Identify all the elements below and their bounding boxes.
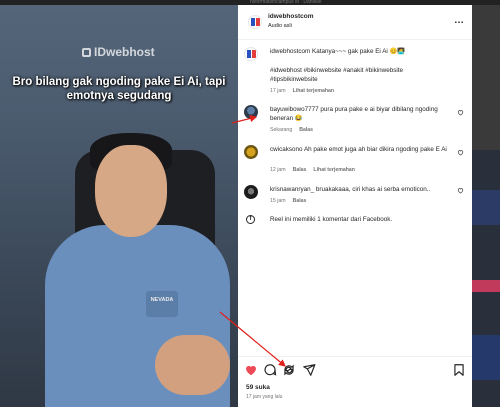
post-actions: 59 suka 17 jam yang lalu (238, 356, 472, 407)
comment-like-icon[interactable] (457, 187, 464, 194)
comment-time: 15 jam (270, 198, 286, 204)
comment-username[interactable]: krisnawanryan_ (270, 186, 314, 193)
comment-username[interactable]: bayuwibowo7777 (270, 106, 319, 113)
reply-link[interactable]: Balas (299, 127, 313, 133)
comment-time: Sekarang (270, 127, 293, 133)
watermark-text: IDwebhost (94, 45, 155, 59)
shirt-pocket: NEVADA (146, 291, 178, 317)
comment-text: Ah pake emot juga ah biar dikira ngoding… (303, 146, 447, 153)
like-count[interactable]: 59 suka (246, 384, 270, 391)
comment-like-icon[interactable] (457, 109, 464, 116)
commenter-avatar[interactable] (244, 185, 258, 199)
repost-icon[interactable] (282, 363, 296, 377)
comments-list[interactable]: idwebhostcom Katanya~~~ gak pake Ei Ai 😊… (238, 41, 472, 355)
see-translation-link[interactable]: Lihat terjemahan (293, 88, 335, 94)
shirt-text: NEVADA (150, 297, 174, 303)
see-translation-link[interactable]: Lihat terjemahan (313, 167, 355, 173)
comment-text-block: krisnawanryan_ bruakakaaa, ciri khas ai … (270, 186, 448, 195)
caption-avatar[interactable] (244, 47, 258, 61)
comment-meta: Sekarang Balas (270, 127, 320, 133)
comment-username[interactable]: cwicaksono (270, 146, 303, 153)
comment-icon[interactable] (263, 363, 277, 377)
post-time: 17 jam yang lalu (246, 394, 283, 400)
caption-hashtags[interactable]: #idwebhost #bikinwebsite #anakit #bikinw… (270, 67, 448, 84)
screen: nsformationcampus id · Danielle IDwebhos… (0, 0, 500, 407)
more-options-icon[interactable]: … (454, 15, 464, 26)
idwebhost-logo-icon (82, 48, 91, 57)
share-icon[interactable] (302, 363, 316, 377)
caption-username[interactable]: idwebhostcom (270, 48, 310, 55)
facebook-icon: f (246, 215, 255, 224)
background-page-peek (472, 150, 500, 407)
video-watermark: IDwebhost (82, 45, 155, 59)
comment-item: bayuwibowo7777 pura pura pake e ai biyar… (244, 105, 466, 135)
post-header: idwebhostcom Audio asli … (238, 5, 472, 40)
person-arm (155, 335, 230, 395)
commenter-avatar[interactable] (244, 105, 258, 119)
caption-text: Katanya~~~ gak pake Ei Ai 😊🧑‍💻 (312, 48, 406, 55)
comment-item: krisnawanryan_ bruakakaaa, ciri khas ai … (244, 185, 466, 207)
commenter-avatar[interactable] (244, 145, 258, 159)
liked-heart-icon[interactable] (244, 363, 258, 377)
save-bookmark-icon[interactable] (452, 363, 466, 377)
caption-text-block: idwebhostcom Katanya~~~ gak pake Ei Ai 😊… (270, 48, 448, 57)
comment-item: cwicaksono Ah pake emot juga ah biar dik… (244, 145, 466, 175)
comment-like-icon[interactable] (457, 149, 464, 156)
reply-link[interactable]: Balas (293, 198, 307, 204)
caption-time: 17 jam (270, 88, 286, 94)
audio-label[interactable]: Audio asli (268, 23, 292, 29)
post-caption: idwebhostcom Katanya~~~ gak pake Ei Ai 😊… (244, 47, 466, 94)
comment-text-block: bayuwibowo7777 pura pura pake e ai biyar… (270, 106, 448, 123)
reply-link[interactable]: Balas (293, 167, 307, 173)
video-caption: Bro bilang gak ngoding pake Ei Ai, tapi … (12, 76, 226, 102)
facebook-note-text: Reel ini memiliki 1 komentar dari Facebo… (270, 216, 393, 223)
comment-meta: 12 jam Balas Lihat terjemahan (270, 167, 362, 173)
post-panel: idwebhostcom Audio asli … idwebhostcom K… (238, 5, 472, 407)
caption-meta: 17 jam Lihat terjemahan (270, 88, 341, 94)
comment-time: 12 jam (270, 167, 286, 173)
person-head (95, 145, 167, 237)
comment-text-block: cwicaksono Ah pake emot juga ah biar dik… (270, 146, 448, 155)
facebook-comments-note: f Reel ini memiliki 1 komentar dari Face… (244, 215, 466, 227)
comment-text: bruakakaaa, ciri khas ai serba emoticon.… (315, 186, 431, 193)
reel-video[interactable]: IDwebhost NEVADA Bro bilang gak ngoding … (0, 5, 238, 407)
author-username[interactable]: idwebhostcom (268, 13, 314, 20)
comment-meta: 15 jam Balas (270, 198, 313, 204)
author-avatar[interactable] (248, 15, 262, 29)
